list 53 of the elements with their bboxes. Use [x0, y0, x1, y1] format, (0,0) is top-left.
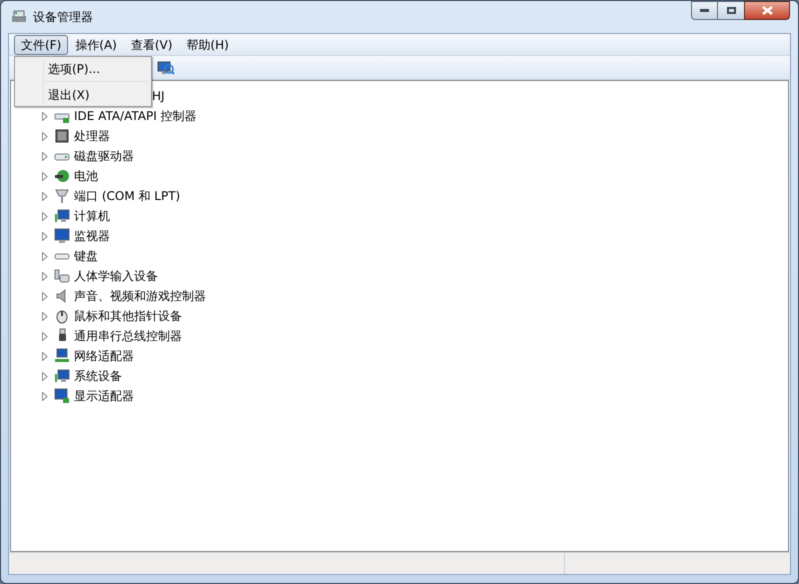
tree-item-label[interactable]: 声音、视频和游戏控制器: [74, 287, 206, 305]
tree-item-label[interactable]: 端口 (COM 和 LPT): [74, 187, 180, 205]
expand-arrow-icon[interactable]: [42, 152, 48, 160]
menu-item[interactable]: 查看(V): [124, 34, 180, 54]
display-card-icon: [54, 388, 70, 404]
close-icon: [762, 6, 772, 15]
tree-item-label[interactable]: 系统设备: [74, 367, 122, 385]
menu-item[interactable]: 文件(F): [14, 34, 68, 54]
expand-arrow-icon[interactable]: [42, 112, 48, 120]
expand-arrow-icon[interactable]: [42, 172, 48, 180]
menu-option[interactable]: 选项(P)...: [15, 58, 151, 79]
network-icon: [54, 348, 70, 364]
expand-arrow-icon[interactable]: [42, 192, 48, 200]
expand-arrow-icon[interactable]: [42, 292, 48, 300]
expand-arrow-icon[interactable]: [42, 312, 48, 320]
minimize-button[interactable]: [691, 1, 718, 20]
tree-item-label[interactable]: 电池: [74, 167, 98, 185]
expand-arrow-icon[interactable]: [42, 272, 48, 280]
tree-item-label[interactable]: 鼠标和其他指针设备: [74, 307, 182, 325]
tree-item-label[interactable]: IDE ATA/ATAPI 控制器: [74, 107, 197, 125]
expand-arrow-icon[interactable]: [42, 212, 48, 220]
tree-item-label[interactable]: 显示适配器: [74, 387, 134, 405]
computer-icon: [54, 368, 70, 384]
monitor-icon: [54, 228, 70, 244]
tree-item-label[interactable]: 磁盘驱动器: [74, 147, 134, 165]
expand-arrow-icon[interactable]: [42, 232, 48, 240]
scan-monitor-icon[interactable]: [157, 60, 175, 76]
expand-arrow-icon[interactable]: [42, 392, 48, 400]
battery-plug-icon: [54, 168, 70, 184]
device-manager-icon: [11, 9, 27, 25]
menu-item[interactable]: 帮助(H): [179, 34, 236, 54]
tree-item-label[interactable]: 人体学输入设备: [74, 267, 158, 285]
expand-arrow-icon[interactable]: [42, 372, 48, 380]
window-title: 设备管理器: [33, 9, 93, 26]
mouse-icon: [54, 308, 70, 324]
chip-icon: [54, 128, 70, 144]
expand-arrow-icon[interactable]: [42, 132, 48, 140]
tree-item-label[interactable]: 键盘: [74, 247, 98, 265]
tree-item-label[interactable]: 处理器: [74, 127, 110, 145]
port-icon: [54, 188, 70, 204]
expand-arrow-icon[interactable]: [42, 352, 48, 360]
tree-item-label[interactable]: 通用串行总线控制器: [74, 327, 182, 345]
expand-arrow-icon[interactable]: [42, 252, 48, 260]
menu-option[interactable]: 退出(X): [15, 84, 151, 105]
maximize-button[interactable]: [718, 1, 744, 20]
menu-item[interactable]: 操作(A): [68, 34, 124, 54]
tree-item-label[interactable]: 监视器: [74, 227, 110, 245]
tree-item-label[interactable]: 网络适配器: [74, 347, 134, 365]
tree-item-label[interactable]: 计算机: [74, 207, 110, 225]
expand-arrow-icon[interactable]: [42, 332, 48, 340]
close-button[interactable]: [744, 1, 790, 20]
computer-icon: [54, 208, 70, 224]
tree-root-label[interactable]: HJ: [151, 87, 166, 105]
